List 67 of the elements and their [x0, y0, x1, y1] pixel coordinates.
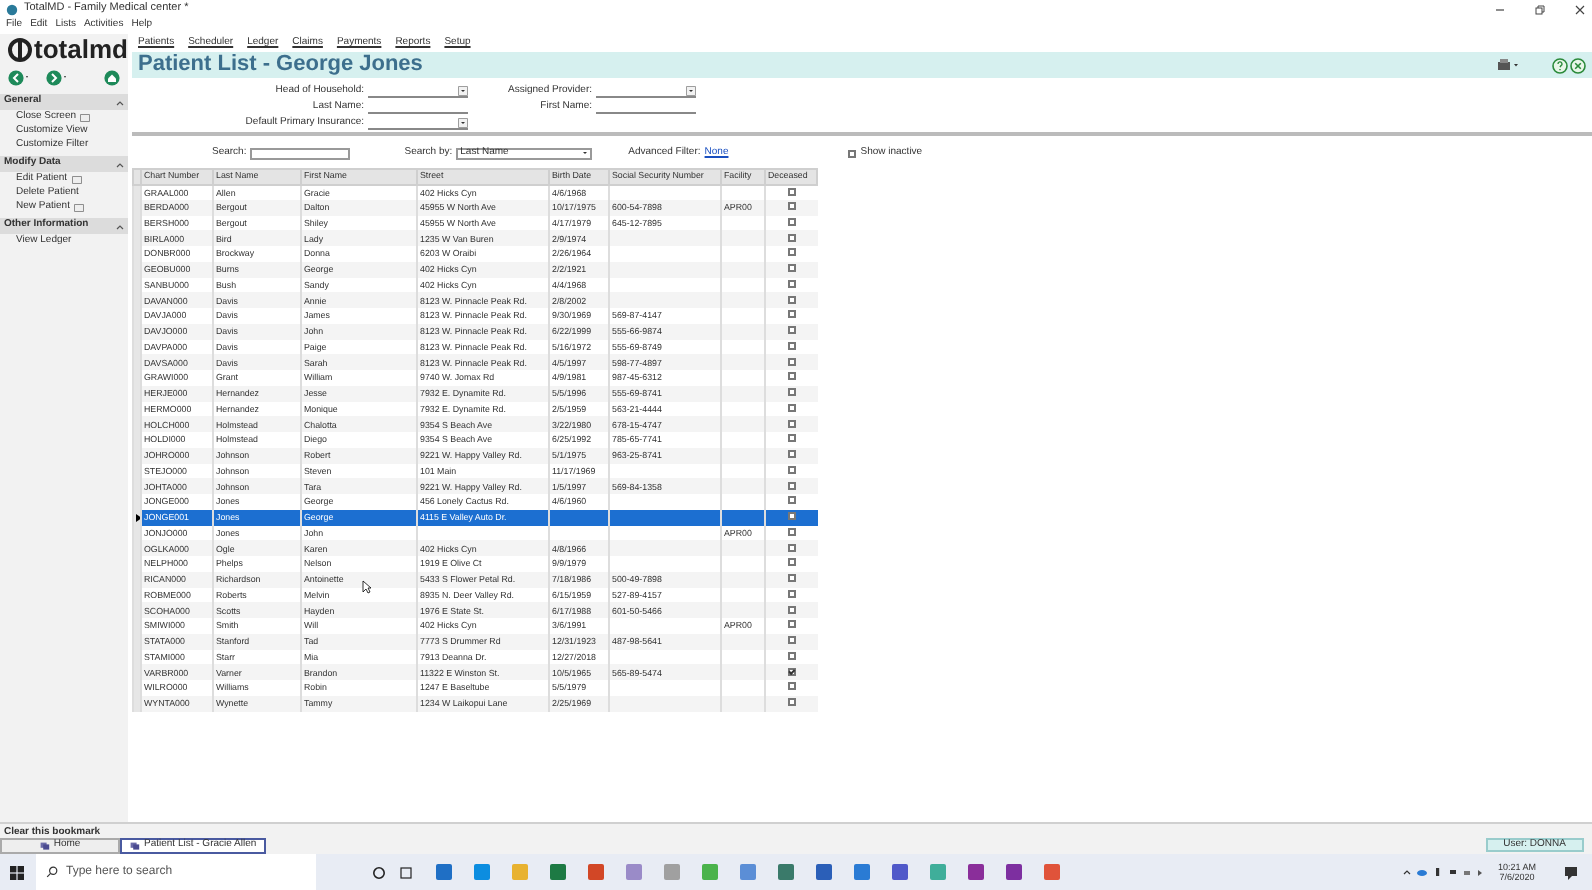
checkbox[interactable] — [787, 326, 796, 335]
checkbox[interactable] — [787, 187, 796, 196]
checkbox[interactable] — [787, 450, 796, 459]
checkbox[interactable] — [787, 217, 796, 226]
logo-icon — [8, 38, 32, 62]
search-field[interactable] — [250, 147, 351, 159]
checkbox[interactable] — [787, 698, 796, 707]
shortcut-key-icon — [80, 113, 91, 121]
close-circle-icon[interactable] — [1570, 57, 1586, 73]
checkbox[interactable] — [787, 434, 796, 443]
checkbox[interactable] — [787, 605, 796, 614]
restore-icon[interactable] — [1534, 3, 1546, 15]
checkbox[interactable] — [787, 682, 796, 691]
notification-icon[interactable] — [1564, 865, 1580, 879]
checkbox[interactable] — [787, 248, 796, 257]
checkbox[interactable] — [787, 279, 796, 288]
checkbox[interactable] — [787, 202, 796, 211]
dropdown-arrow-icon — [686, 85, 696, 95]
checkbox[interactable] — [787, 589, 796, 598]
checkbox[interactable] — [787, 388, 796, 397]
task-view-icon[interactable] — [398, 865, 414, 879]
checkbox[interactable] — [787, 403, 796, 412]
checkbox[interactable] — [787, 558, 796, 567]
checkbox[interactable] — [848, 149, 857, 157]
search-icon — [46, 866, 58, 878]
checkbox[interactable] — [787, 527, 796, 536]
checkbox[interactable] — [787, 636, 796, 645]
close-icon[interactable] — [1574, 3, 1586, 15]
checkbox[interactable] — [787, 651, 796, 660]
checkbox[interactable] — [787, 543, 796, 552]
checkbox[interactable] — [787, 341, 796, 350]
shortcut-key-icon — [71, 175, 82, 183]
checkbox[interactable] — [787, 310, 796, 319]
checkbox[interactable] — [787, 512, 796, 521]
tray-icons-drawing — [1401, 866, 1486, 878]
help-icon[interactable] — [1552, 57, 1568, 73]
minimize-icon[interactable] — [1494, 3, 1506, 15]
checkbox[interactable] — [787, 481, 796, 490]
dropdown-field[interactable] — [368, 85, 468, 97]
checkbox[interactable] — [787, 372, 796, 381]
app-icon — [6, 3, 18, 15]
collapse-caret-icon[interactable] — [116, 99, 124, 105]
checkbox[interactable] — [787, 496, 796, 505]
checkbox[interactable] — [787, 295, 796, 304]
checkbox[interactable] — [787, 419, 796, 428]
shortcut-key-icon — [73, 203, 84, 211]
checkbox[interactable] — [787, 465, 796, 474]
collapse-caret-icon[interactable] — [116, 223, 124, 229]
row-pointer-icon — [136, 513, 141, 522]
logo-text: totalmd — [34, 32, 128, 69]
checkbox[interactable] — [787, 667, 796, 676]
windows-start-icon[interactable] — [10, 865, 24, 879]
dropdown-arrow-icon — [458, 85, 468, 95]
pages-icon — [130, 842, 140, 850]
checkbox[interactable] — [787, 357, 796, 366]
page-title: Patient List - George Jones — [138, 50, 425, 81]
dropdown-field[interactable] — [368, 117, 468, 129]
home-icon[interactable] — [104, 70, 120, 86]
pages-icon — [39, 842, 50, 850]
printer-icon[interactable] — [1496, 58, 1520, 72]
checkbox[interactable] — [787, 620, 796, 629]
checkbox[interactable] — [787, 574, 796, 583]
checkbox[interactable] — [787, 233, 796, 242]
dropdown-arrow-icon — [458, 117, 468, 127]
dropdown-field[interactable] — [596, 85, 696, 97]
collapse-caret-icon[interactable] — [116, 161, 124, 167]
checkbox[interactable] — [787, 264, 796, 273]
